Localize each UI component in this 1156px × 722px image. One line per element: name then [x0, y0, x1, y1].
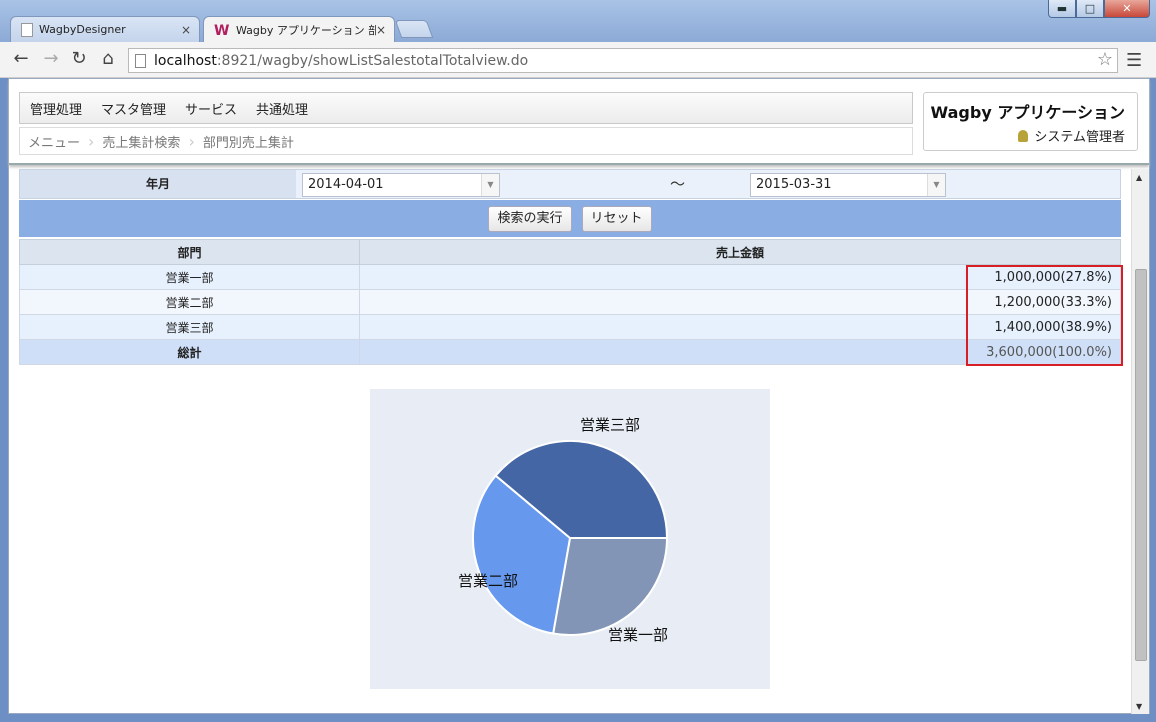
chevron-down-icon[interactable]: ▼ [481, 174, 499, 196]
chevron-down-icon[interactable]: ▼ [927, 174, 945, 196]
scrollbar-thumb[interactable] [1135, 269, 1147, 661]
address-bar[interactable]: localhost :8921/wagby/showListSalestotal… [128, 48, 1118, 73]
tab-wagbydesigner[interactable]: WagbyDesigner × [10, 16, 200, 42]
vertical-scrollbar[interactable]: ▲ ▼ [1131, 169, 1149, 714]
main-menu: 管理処理 マスタ管理 サービス 共通処理 [19, 92, 913, 124]
date-from-select[interactable]: 2014-04-01 ▼ [302, 173, 500, 197]
user-info[interactable]: システム管理者 [1018, 126, 1125, 145]
range-separator: ～ [670, 175, 686, 193]
menu-item-master[interactable]: マスタ管理 [91, 99, 175, 118]
breadcrumb-sales-search[interactable]: 売上集計検索 [94, 132, 188, 151]
app-name: Wagby アプリケーション [930, 103, 1125, 122]
table-header-row: 部門 売上金額 [19, 239, 1121, 265]
pie-slice [551, 537, 669, 636]
column-header-dept: 部門 [19, 239, 360, 265]
user-icon [1018, 130, 1029, 142]
tab-close-icon[interactable]: × [376, 23, 386, 37]
search-condition-row: 年月 2014-04-01 ▼ ～ 2015-03-31 ▼ [19, 169, 1121, 199]
home-icon[interactable]: ⌂ [97, 48, 119, 70]
table-total-row: 総計 3,600,000(100.0%) [19, 339, 1121, 365]
menu-item-common[interactable]: 共通処理 [246, 99, 317, 118]
breadcrumb-current: 部門別売上集計 [202, 135, 294, 151]
reset-button[interactable]: リセット [581, 205, 652, 232]
page: 管理処理 マスタ管理 サービス 共通処理 メニュー › 売上集計検索 › 部門別… [8, 78, 1150, 714]
table-row: 営業三部 1,400,000(38.9%) [19, 314, 1121, 340]
total-label-cell: 総計 [19, 339, 360, 365]
minimize-button[interactable]: ▬ [1048, 0, 1076, 18]
run-search-button[interactable]: 検索の実行 [488, 205, 572, 232]
tab-close-icon[interactable]: × [181, 23, 191, 37]
menu-item-service[interactable]: サービス [175, 99, 246, 118]
page-icon [135, 53, 146, 68]
address-path: :8921/wagby/showListSalestotalTotalview.… [216, 52, 529, 69]
tab-wagby-application[interactable]: W Wagby アプリケーション 部門別 × [203, 16, 395, 43]
sales-table: 部門 売上金額 営業一部 1,000,000(27.8%) 営業二部 1,200… [19, 239, 1121, 365]
menu-item-admin[interactable]: 管理処理 [20, 99, 91, 118]
search-button-bar: 検索の実行 リセット [19, 200, 1121, 237]
maximize-button[interactable]: □ [1076, 0, 1104, 18]
breadcrumb-menu[interactable]: メニュー [20, 132, 88, 151]
date-from-value: 2014-04-01 [308, 177, 384, 192]
pie-slice-label: 営業一部 [608, 626, 668, 644]
forward-arrow-icon[interactable]: → [40, 48, 62, 70]
tab-title: Wagby アプリケーション 部門別 [236, 24, 376, 37]
date-to-value: 2015-03-31 [756, 177, 832, 192]
dept-cell: 営業一部 [19, 264, 360, 290]
window-controls: ▬ □ ✕ [1048, 0, 1150, 18]
app-header: 管理処理 マスタ管理 サービス 共通処理 メニュー › 売上集計検索 › 部門別… [9, 79, 1149, 165]
pie-chart-svg: 営業一部 営業二部 営業三部 [458, 416, 669, 644]
user-name: システム管理者 [1034, 130, 1125, 145]
table-row: 営業一部 1,000,000(27.8%) [19, 264, 1121, 290]
dept-cell: 営業三部 [19, 314, 360, 340]
column-header-amount: 売上金額 [359, 239, 1121, 265]
breadcrumb: メニュー › 売上集計検索 › 部門別売上集計 [19, 127, 913, 155]
year-month-label: 年月 [20, 170, 296, 198]
address-host: localhost [154, 52, 217, 69]
bookmark-star-icon[interactable]: ☆ [1097, 49, 1113, 70]
reload-icon[interactable]: ↻ [68, 48, 90, 70]
dept-cell: 営業二部 [19, 289, 360, 315]
pie-slice-label: 営業二部 [458, 572, 518, 590]
pie-chart: 営業一部 営業二部 営業三部 [370, 389, 770, 689]
browser-toolbar: ← → ↻ ⌂ localhost :8921/wagby/showListSa… [0, 42, 1156, 78]
back-arrow-icon[interactable]: ← [10, 48, 32, 70]
table-row: 営業二部 1,200,000(33.3%) [19, 289, 1121, 315]
date-to-select[interactable]: 2015-03-31 ▼ [750, 173, 946, 197]
app-info-box: Wagby アプリケーション システム管理者 [923, 92, 1138, 151]
pie-slice-label: 営業三部 [580, 416, 640, 434]
scroll-down-icon[interactable]: ▼ [1136, 702, 1142, 711]
page-icon [21, 22, 33, 37]
scroll-up-icon[interactable]: ▲ [1136, 173, 1142, 182]
main-content: 年月 2014-04-01 ▼ ～ 2015-03-31 ▼ 検索の実行 リセッ… [9, 169, 1131, 714]
highlight-box [966, 265, 1123, 366]
tab-title: WagbyDesigner [39, 23, 126, 36]
new-tab-button[interactable] [394, 20, 434, 38]
wagby-logo-icon: W [214, 23, 230, 39]
browser-menu-icon[interactable]: ☰ [1126, 50, 1142, 71]
close-window-button[interactable]: ✕ [1104, 0, 1150, 18]
